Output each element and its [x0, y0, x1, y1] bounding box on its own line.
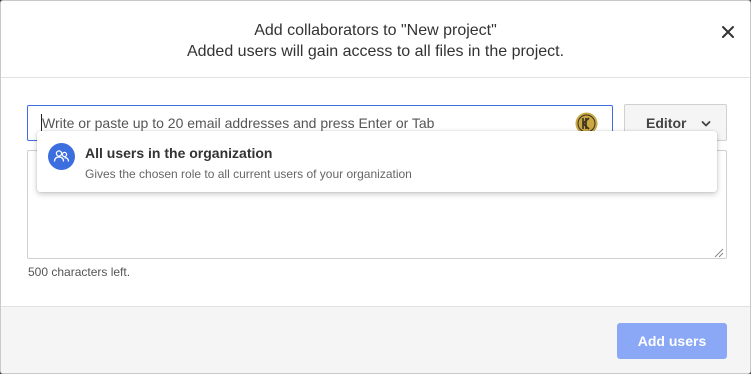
- close-icon[interactable]: [718, 22, 738, 42]
- resize-handle-icon[interactable]: [713, 245, 724, 258]
- chevron-down-icon: [700, 117, 712, 129]
- dialog-subtitle: Added users will gain access to all file…: [186, 43, 565, 60]
- add-users-button[interactable]: Add users: [617, 323, 727, 359]
- add-collaborators-dialog: Add collaborators to "New project" Added…: [0, 0, 751, 374]
- users-group-icon: [48, 143, 75, 170]
- email-input-placeholder: Write or paste up to 20 email addresses …: [42, 115, 435, 131]
- dialog-title: Add collaborators to "New project": [254, 22, 497, 39]
- suggestion-dropdown: All users in the organization Gives the …: [37, 131, 717, 192]
- suggestion-description: Gives the chosen role to all current use…: [85, 167, 412, 181]
- dialog-header: Add collaborators to "New project" Added…: [1, 1, 750, 78]
- suggestion-title: All users in the organization: [85, 145, 273, 161]
- characters-left-counter: 500 characters left.: [28, 265, 131, 279]
- role-select-value: Editor: [646, 115, 687, 131]
- dialog-footer: Add users: [1, 306, 750, 373]
